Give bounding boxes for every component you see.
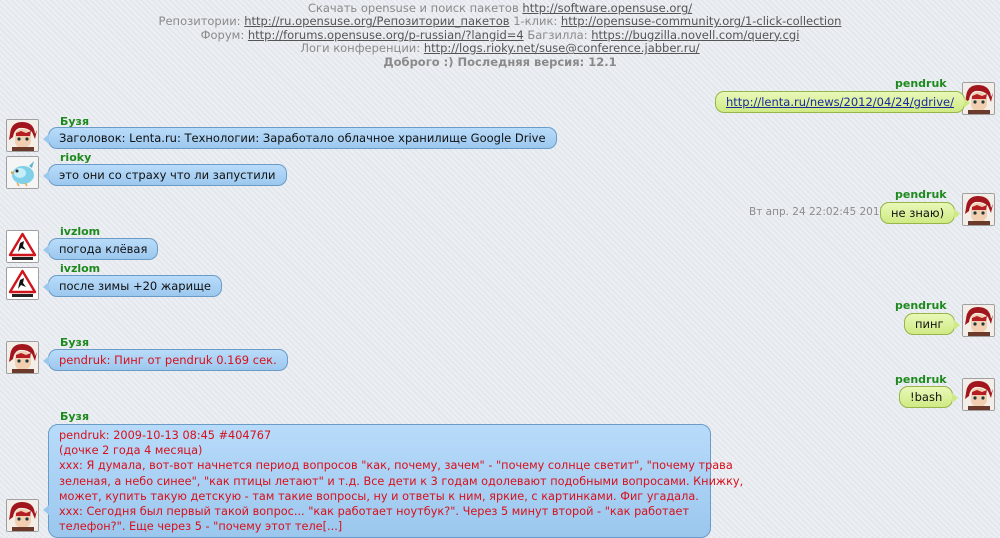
logs-link[interactable]: http://logs.rioky.net/suse@conference.ja… [424, 41, 700, 55]
message-bubble: пинг [904, 313, 960, 335]
red-hair-avatar-icon[interactable] [6, 341, 39, 374]
message-nick[interactable]: pendruk [895, 373, 947, 386]
bugzilla-link[interactable]: https://bugzilla.novell.com/query.cgi [591, 28, 799, 42]
message-bubble: !bash [899, 386, 959, 408]
message-nick[interactable]: rioky [60, 151, 91, 164]
message-bubble: Заголовок: Lenta.ru: Технологии: Заработ… [43, 127, 557, 149]
one-click-link[interactable]: http://opensuse-community.org/1-click-co… [561, 14, 842, 28]
message-nick[interactable]: pendruk [895, 299, 947, 312]
red-hair-avatar-icon[interactable] [6, 499, 39, 532]
quote-line: зеленая, а небо синее", "как птицы летаю… [59, 474, 744, 488]
message-bubble: после зимы +20 жарище [43, 275, 222, 297]
quote-line: может, купить такую детскую - там такие … [59, 489, 699, 503]
topic-motd: Доброго :) Последняя версия: 12.1 [383, 54, 617, 69]
software-link[interactable]: http://software.opensuse.org/ [522, 1, 692, 15]
topic-text: Багзилла: [523, 27, 592, 42]
message-nick[interactable]: ivzlom [60, 262, 100, 275]
message-nick[interactable]: ivzlom [60, 225, 100, 238]
quote-line: (дочке 2 года 4 месяца) [59, 444, 203, 458]
message-bubble: это они со страху что ли запустили [43, 164, 287, 186]
message-text: pendruk: Пинг от pendruk 0.169 сек. [59, 353, 277, 367]
message-timestamp: Вт апр. 24 22:02:45 2012 [749, 206, 887, 218]
topic-text: 1-клик: [509, 14, 561, 29]
red-hair-avatar-icon[interactable] [6, 119, 39, 152]
conference-topic: Скачать opensuse и поиск пакетов http://… [0, 1, 1000, 69]
bird-avatar-icon[interactable] [6, 156, 39, 189]
warning-sign-avatar-icon[interactable] [6, 267, 39, 300]
topic-text: Форум: [200, 27, 248, 42]
quote-line: xxx: Я думала, вот-вот начнется период в… [59, 459, 733, 473]
message-nick[interactable]: Бузя [60, 336, 89, 349]
forum-link[interactable]: http://forums.opensuse.org/p-russian/?la… [248, 28, 524, 42]
message-bubble: http://lenta.ru/news/2012/04/24/gdrive/ [715, 91, 970, 113]
repositories-link[interactable]: http://ru.opensuse.org/Репозитории_пакет… [244, 14, 509, 28]
warning-sign-avatar-icon[interactable] [6, 230, 39, 263]
message-bubble: pendruk: Пинг от pendruk 0.169 сек. [43, 349, 288, 371]
message-bubble: погода клёвая [42, 238, 159, 260]
message-link[interactable]: http://lenta.ru/news/2012/04/24/gdrive/ [726, 95, 954, 109]
topic-text: Репозитории: [158, 14, 245, 29]
red-hair-avatar-icon[interactable] [962, 378, 995, 411]
message-bubble: не знаю) [880, 202, 961, 224]
topic-text: Логи конференции: [300, 41, 424, 56]
message-bubble: pendruk: 2009-10-13 08:45 #404767 (дочке… [43, 424, 744, 538]
quote-line: телефон?". Еще через 5 - "почему этот те… [59, 520, 343, 534]
red-hair-avatar-icon[interactable] [962, 193, 995, 226]
red-hair-avatar-icon[interactable] [962, 304, 995, 337]
quote-line: xxx: Сегодня был первый такой вопрос... … [59, 505, 690, 519]
message-nick[interactable]: pendruk [895, 188, 947, 201]
message-nick[interactable]: pendruk [895, 77, 947, 90]
message-nick[interactable]: Бузя [60, 410, 89, 423]
quote-line: pendruk: 2009-10-13 08:45 #404767 [59, 429, 272, 442]
topic-text: Скачать opensuse и поиск пакетов [307, 1, 523, 15]
